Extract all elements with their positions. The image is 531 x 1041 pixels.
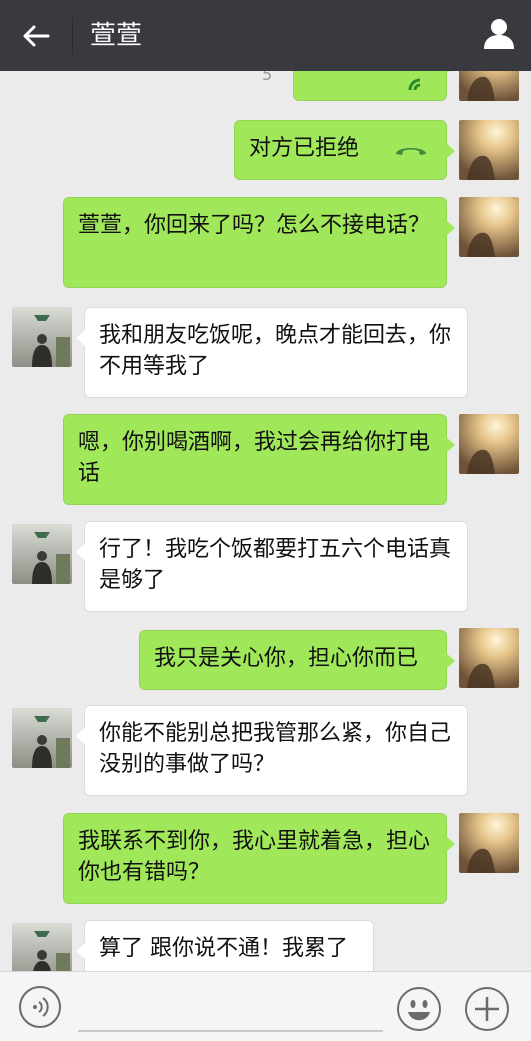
- voice-icon[interactable]: [18, 985, 62, 1029]
- message-input[interactable]: [78, 1030, 383, 1032]
- message-bubble-call[interactable]: [293, 71, 455, 101]
- header-divider: [72, 18, 73, 54]
- hangup-icon: [396, 148, 426, 155]
- message-bubble-outgoing[interactable]: 萱萱，你回来了吗？怎么不接电话？: [63, 197, 455, 288]
- person-icon[interactable]: [481, 16, 517, 52]
- chat-area[interactable]: 5 对方已拒绝 萱萱，你回来了吗？怎么不接电话？ 我和朋友吃饭呢，晚点才能回去，…: [0, 71, 531, 971]
- emoji-icon[interactable]: [395, 985, 443, 1033]
- message-text: 我只是关心你，担心你而已: [154, 646, 419, 671]
- message-text: 你能不能别总把我管那么紧，你自己没别的事做了吗？: [99, 721, 452, 777]
- message-bubble-call-rejected[interactable]: 对方已拒绝: [234, 120, 455, 180]
- avatar-contact[interactable]: [12, 708, 72, 768]
- avatar-me[interactable]: [459, 120, 519, 180]
- message-bubble-outgoing[interactable]: 我联系不到你，我心里就着急，担心你也有错吗？: [63, 813, 455, 904]
- avatar-contact[interactable]: [12, 923, 72, 971]
- message-bubble-incoming[interactable]: 行了！我吃个饭都要打五六个电话真是够了: [76, 521, 468, 612]
- back-arrow-icon[interactable]: [20, 20, 52, 52]
- avatar-contact[interactable]: [12, 524, 72, 584]
- message-bubble-incoming[interactable]: 你能不能别总把我管那么紧，你自己没别的事做了吗？: [76, 705, 468, 796]
- timestamp-partial: 5: [262, 71, 273, 84]
- message-text: 行了！我吃个饭都要打五六个电话真是够了: [99, 537, 452, 593]
- message-text: 嗯，你别喝酒啊，我过会再给你打电话: [78, 430, 431, 486]
- avatar-contact[interactable]: [12, 307, 72, 367]
- message-text: 萱萱，你回来了吗？怎么不接电话？: [78, 213, 431, 238]
- phone-icon: [408, 78, 421, 91]
- chat-title: 萱萱: [90, 21, 143, 51]
- message-text: 对方已拒绝: [249, 136, 360, 161]
- input-bar: [0, 971, 531, 1041]
- message-text: 我联系不到你，我心里就着急，担心你也有错吗？: [78, 829, 431, 885]
- message-bubble-outgoing[interactable]: 我只是关心你，担心你而已: [139, 630, 455, 690]
- message-text: 算了 跟你说不通！我累了: [99, 936, 348, 961]
- top-bar: 萱萱: [0, 0, 531, 71]
- message-bubble-outgoing[interactable]: 嗯，你别喝酒啊，我过会再给你打电话: [63, 414, 455, 505]
- avatar-me[interactable]: [459, 813, 519, 873]
- avatar-me[interactable]: [459, 628, 519, 688]
- plus-icon[interactable]: [463, 985, 511, 1033]
- message-bubble-incoming[interactable]: 算了 跟你说不通！我累了: [76, 920, 374, 971]
- avatar-me[interactable]: [459, 71, 519, 101]
- avatar-me[interactable]: [459, 197, 519, 257]
- message-bubble-incoming[interactable]: 我和朋友吃饭呢，晚点才能回去，你不用等我了: [76, 307, 468, 398]
- message-text: 我和朋友吃饭呢，晚点才能回去，你不用等我了: [99, 323, 452, 379]
- avatar-me[interactable]: [459, 414, 519, 474]
